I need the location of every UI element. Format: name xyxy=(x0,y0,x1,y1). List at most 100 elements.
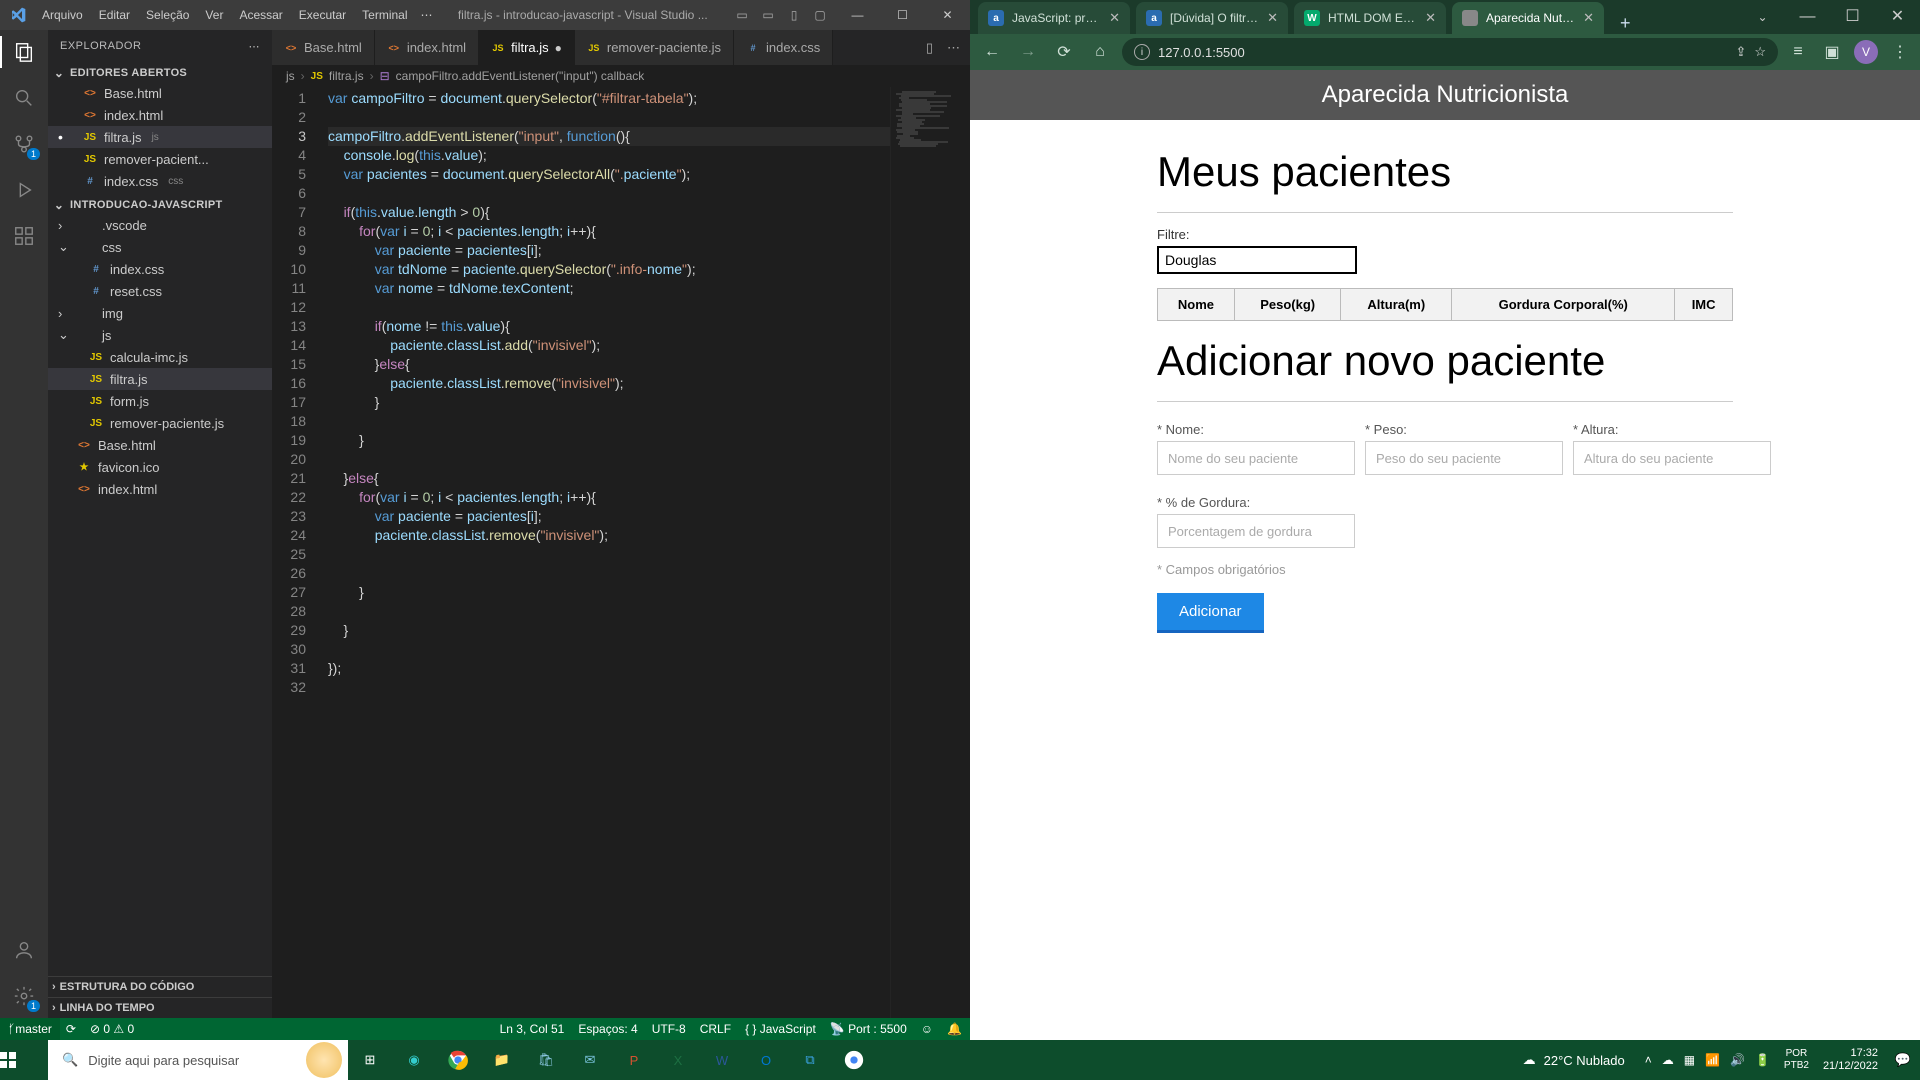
editor-tab[interactable]: <>Base.html xyxy=(272,30,375,65)
weather-widget[interactable]: ☁22°C Nublado xyxy=(1511,1052,1637,1068)
notifications-icon[interactable]: 💬 xyxy=(1886,1052,1920,1068)
menu-acessar[interactable]: Acessar xyxy=(232,4,289,26)
wifi-icon[interactable]: 📶 xyxy=(1705,1053,1720,1067)
menu-executar[interactable]: Executar xyxy=(292,4,353,26)
reload-button[interactable]: ⟳ xyxy=(1050,42,1078,62)
problems[interactable]: ⊘ 0 ⚠ 0 xyxy=(90,1022,134,1036)
browser-tab[interactable]: a[Dúvida] O filtro nã…✕ xyxy=(1136,2,1288,34)
mail-icon[interactable]: ✉ xyxy=(568,1040,612,1080)
site-info-icon[interactable]: i xyxy=(1134,44,1150,60)
file-tree-item[interactable]: ›img xyxy=(48,302,272,324)
menu-arquivo[interactable]: Arquivo xyxy=(35,4,90,26)
chrome-icon[interactable] xyxy=(436,1040,480,1080)
explorer-icon[interactable] xyxy=(12,40,36,64)
git-branch[interactable]: ᚶ master xyxy=(0,1018,60,1040)
close-tab-icon[interactable]: ✕ xyxy=(1267,10,1278,26)
close-button[interactable]: ✕ xyxy=(1875,0,1920,34)
close-button[interactable]: ✕ xyxy=(925,0,970,30)
menu-seleção[interactable]: Seleção xyxy=(139,4,196,26)
chrome-taskbar-icon[interactable] xyxy=(832,1040,876,1080)
onedrive-icon[interactable]: ☁ xyxy=(1662,1053,1674,1067)
minimap[interactable] xyxy=(890,87,970,1018)
open-editor-item[interactable]: <>index.html xyxy=(48,104,272,126)
maximize-button[interactable]: ☐ xyxy=(880,0,925,30)
clock[interactable]: 17:3221/12/2022 xyxy=(1815,1047,1886,1073)
new-tab-button[interactable]: + xyxy=(1610,13,1641,34)
search-icon[interactable] xyxy=(12,86,36,110)
indent[interactable]: Espaços: 4 xyxy=(578,1022,637,1036)
adicionar-button[interactable]: Adicionar xyxy=(1157,593,1264,633)
gordura-field[interactable] xyxy=(1157,514,1355,548)
more-icon[interactable]: ⋯ xyxy=(249,40,261,53)
panel-icon[interactable]: ▭ xyxy=(733,8,751,22)
task-view-icon[interactable]: ⊞ xyxy=(348,1040,392,1080)
file-tree-item[interactable]: JSform.js xyxy=(48,390,272,412)
forward-button[interactable]: → xyxy=(1014,43,1042,61)
feedback-icon[interactable]: ☺ xyxy=(921,1022,933,1036)
code-editor[interactable]: 1234567891011121314151617181920212223242… xyxy=(272,87,970,1018)
tray-icon[interactable]: ▦ xyxy=(1684,1053,1695,1067)
bell-icon[interactable]: 🔔 xyxy=(947,1022,962,1036)
start-button[interactable] xyxy=(0,1052,48,1068)
chevron-down-icon[interactable]: ⌄ xyxy=(1740,0,1785,34)
language-mode[interactable]: { } JavaScript xyxy=(745,1022,816,1036)
file-tree-item[interactable]: #index.css xyxy=(48,258,272,280)
address-bar[interactable]: i 127.0.0.1:5500 ⇪ ☆ xyxy=(1122,38,1778,66)
vscode-taskbar-icon[interactable]: ⧉ xyxy=(788,1040,832,1080)
settings-icon[interactable]: 1 xyxy=(12,984,36,1008)
editor-tab[interactable]: JSfiltra.js● xyxy=(479,30,575,65)
close-tab-icon[interactable]: ✕ xyxy=(1109,10,1120,26)
browser-tab[interactable]: WHTML DOM Elemen…✕ xyxy=(1294,2,1446,34)
eol[interactable]: CRLF xyxy=(700,1022,731,1036)
tray-expand-icon[interactable]: ˄ xyxy=(1645,1053,1652,1067)
share-icon[interactable]: ⇪ xyxy=(1735,44,1746,60)
open-editor-item[interactable]: •JSfiltra.jsjs xyxy=(48,126,272,148)
menu-ver[interactable]: Ver xyxy=(198,4,230,26)
panel-icon[interactable]: ▢ xyxy=(811,8,829,22)
profile-avatar[interactable]: V xyxy=(1854,40,1878,64)
split-icon[interactable]: ▯ xyxy=(926,40,933,56)
store-icon[interactable]: 🛍 xyxy=(524,1040,568,1080)
panel-icon[interactable]: ▭ xyxy=(759,8,777,22)
menu-terminal[interactable]: Terminal xyxy=(355,4,414,26)
excel-icon[interactable]: X xyxy=(656,1040,700,1080)
chrome-menu-icon[interactable]: ⋮ xyxy=(1888,42,1912,62)
file-tree-item[interactable]: ★favicon.ico xyxy=(48,456,272,478)
browser-tab[interactable]: Aparecida Nutrição✕ xyxy=(1452,2,1604,34)
browser-tab[interactable]: aJavaScript: program…✕ xyxy=(978,2,1130,34)
editor-tab[interactable]: <>index.html xyxy=(375,30,479,65)
taskbar-search[interactable]: 🔍 Digite aqui para pesquisar xyxy=(48,1040,348,1080)
powerpoint-icon[interactable]: P xyxy=(612,1040,656,1080)
menu-editar[interactable]: Editar xyxy=(92,4,137,26)
file-tree-item[interactable]: <>index.html xyxy=(48,478,272,500)
file-tree-item[interactable]: ⌄css xyxy=(48,236,272,258)
source-control-icon[interactable]: 1 xyxy=(12,132,36,156)
timeline-header[interactable]: ›LINHA DO TEMPO xyxy=(48,997,272,1018)
close-tab-icon[interactable]: ✕ xyxy=(1583,10,1594,26)
minimize-button[interactable]: ― xyxy=(1785,0,1830,34)
live-server-port[interactable]: 📡 Port : 5500 xyxy=(830,1022,907,1036)
reading-list-icon[interactable]: ≡ xyxy=(1786,43,1810,61)
file-tree-item[interactable]: ⌄js xyxy=(48,324,272,346)
edge-icon[interactable]: ◉ xyxy=(392,1040,436,1080)
file-tree-item[interactable]: ›.vscode xyxy=(48,214,272,236)
debug-icon[interactable] xyxy=(12,178,36,202)
sync-icon[interactable]: ⟳ xyxy=(66,1022,76,1036)
panel-icon[interactable]: ▯ xyxy=(785,8,803,22)
explorer-icon[interactable]: 📁 xyxy=(480,1040,524,1080)
file-tree-item[interactable]: JSremover-paciente.js xyxy=(48,412,272,434)
editor-tab[interactable]: JSremover-paciente.js xyxy=(575,30,734,65)
extensions-icon[interactable] xyxy=(12,224,36,248)
nome-field[interactable] xyxy=(1157,441,1355,475)
cortana-icon[interactable] xyxy=(306,1042,342,1078)
battery-icon[interactable]: 🔋 xyxy=(1755,1053,1770,1067)
file-tree-item[interactable]: <>Base.html xyxy=(48,434,272,456)
breadcrumb[interactable]: js› JS filtra.js› ⊟ campoFiltro.addEvent… xyxy=(272,65,970,87)
minimize-button[interactable]: ― xyxy=(835,0,880,30)
open-editor-item[interactable]: #index.csscss xyxy=(48,170,272,192)
file-tree-item[interactable]: JScalcula-imc.js xyxy=(48,346,272,368)
volume-icon[interactable]: 🔊 xyxy=(1730,1053,1745,1067)
outline-header[interactable]: ›ESTRUTURA DO CÓDIGO xyxy=(48,976,272,997)
encoding[interactable]: UTF-8 xyxy=(652,1022,686,1036)
peso-field[interactable] xyxy=(1365,441,1563,475)
